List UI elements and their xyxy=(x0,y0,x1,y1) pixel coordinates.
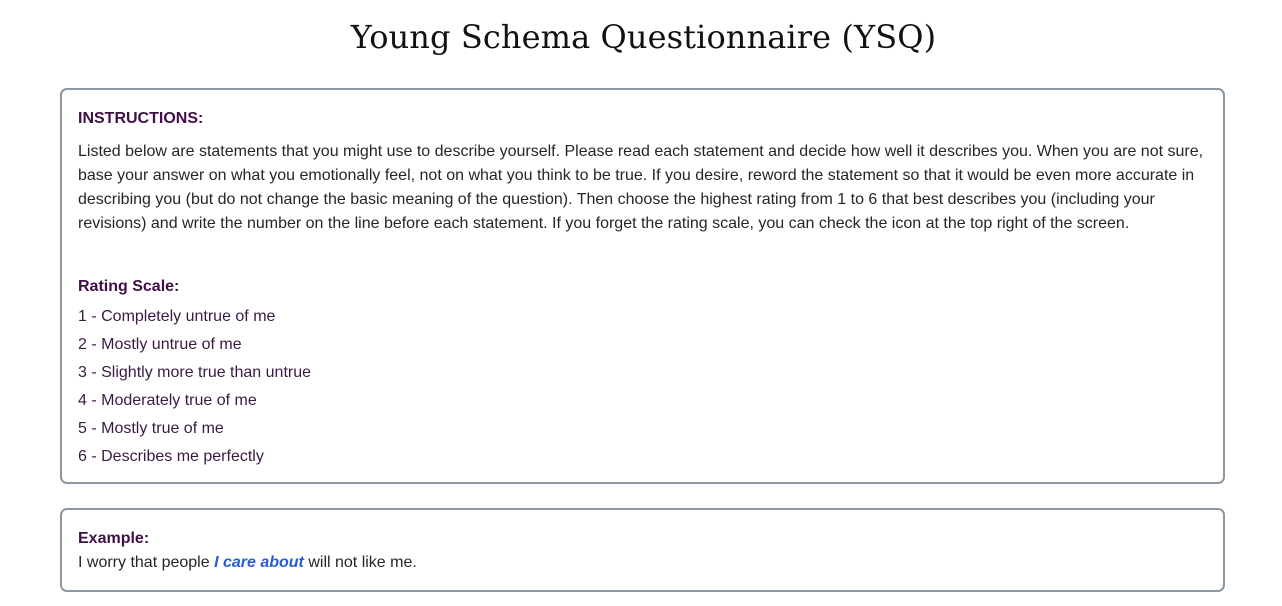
rating-scale-item: 1 - Completely untrue of me xyxy=(78,308,276,325)
rating-scale-item: 3 - Slightly more true than untrue xyxy=(78,364,312,381)
example-text-before: I worry that people xyxy=(78,554,215,571)
rating-scale-item: 2 - Mostly untrue of me xyxy=(78,336,242,353)
example-heading: Example: xyxy=(78,530,150,547)
instructions-card: INSTRUCTIONS: Listed below are statement… xyxy=(60,88,1225,484)
rating-scale-item: 4 - Moderately true of me xyxy=(78,392,257,409)
example-highlight: I care about xyxy=(214,554,304,571)
rating-scale-item: 6 - Describes me perfectly xyxy=(78,448,264,465)
rating-scale-list: 1 - Completely untrue of me 2 - Mostly u… xyxy=(78,303,311,471)
example-card: Example: I worry that people I care abou… xyxy=(60,508,1225,592)
page-title: Young Schema Questionnaire (YSQ) xyxy=(350,18,937,56)
instructions-heading: INSTRUCTIONS: xyxy=(78,110,204,127)
example-text-after: will not like me. xyxy=(303,554,417,571)
instructions-body: Listed below are statements that you mig… xyxy=(78,143,1204,232)
rating-scale-heading: Rating Scale: xyxy=(78,278,180,295)
rating-scale-item: 5 - Mostly true of me xyxy=(78,420,224,437)
example-sentence: I worry that people I care about will no… xyxy=(78,553,417,573)
